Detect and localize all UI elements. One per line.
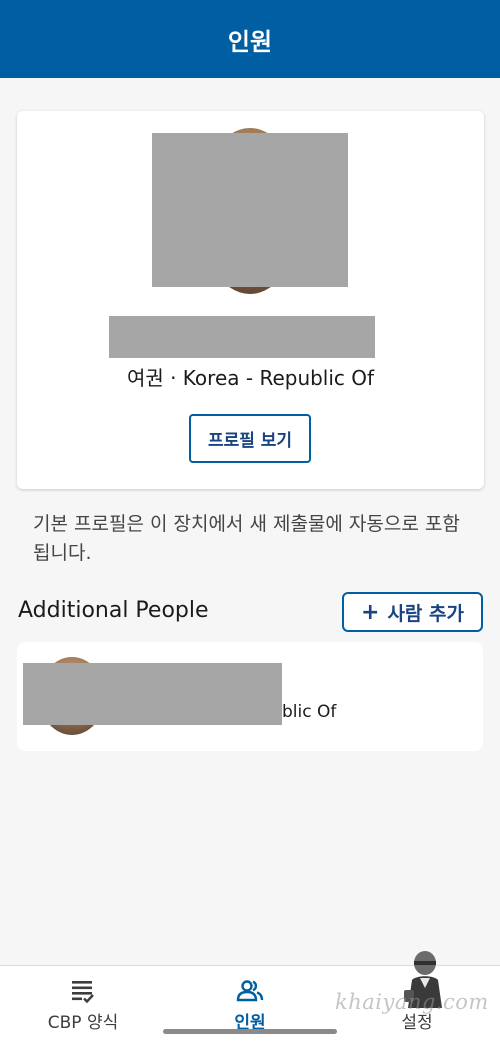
nav-label-cbp-forms: CBP 양식 bbox=[47, 1012, 119, 1033]
nav-item-cbp-forms[interactable]: CBP 양식 bbox=[0, 966, 166, 1044]
view-profile-button[interactable]: 프로필 보기 bbox=[189, 414, 311, 463]
page-title: 인원 bbox=[227, 27, 273, 56]
nav-label-settings: 설정 bbox=[401, 1012, 433, 1033]
person-document-info: blic Of bbox=[282, 702, 337, 722]
add-person-button[interactable]: + 사람 추가 bbox=[342, 592, 483, 632]
home-indicator[interactable] bbox=[163, 1029, 337, 1034]
people-icon bbox=[236, 979, 264, 1001]
add-person-label: 사람 추가 bbox=[387, 602, 464, 625]
default-profile-note: 기본 프로필은 이 장치에서 새 제출물에 자동으로 포함됩니다. bbox=[33, 513, 460, 564]
app-header: 인원 bbox=[0, 0, 500, 78]
forms-list-icon bbox=[72, 980, 94, 1003]
profile-document-info: 여권 · Korea - Republic Of bbox=[126, 366, 375, 390]
redacted-name-overlay bbox=[109, 316, 375, 358]
redacted-person-overlay bbox=[23, 663, 282, 725]
watermark-figure-icon bbox=[404, 951, 442, 1008]
additional-people-title: Additional People bbox=[18, 598, 209, 623]
redacted-photo-overlay bbox=[152, 133, 348, 287]
plus-icon: + bbox=[361, 599, 380, 625]
